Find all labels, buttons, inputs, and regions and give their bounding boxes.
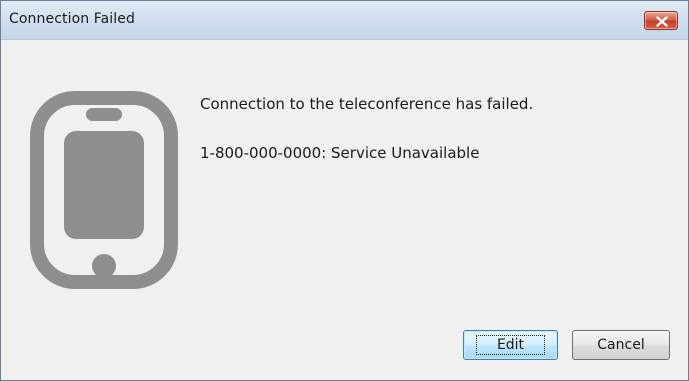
- close-button[interactable]: [644, 11, 678, 30]
- dialog-body: Connection to the teleconference has fai…: [1, 40, 688, 380]
- cancel-button[interactable]: Cancel: [572, 330, 670, 360]
- edit-button-label: Edit: [475, 335, 546, 355]
- close-icon: [656, 16, 668, 27]
- edit-button[interactable]: Edit: [463, 330, 558, 360]
- title-bar[interactable]: Connection Failed: [1, 1, 688, 40]
- error-message: Connection to the teleconference has fai…: [200, 95, 534, 113]
- error-detail: 1-800-000-0000: Service Unavailable: [200, 144, 480, 162]
- smartphone-icon: [30, 91, 178, 289]
- dialog-window: Connection Failed Connection to the tele…: [0, 0, 689, 381]
- window-title: Connection Failed: [9, 11, 135, 27]
